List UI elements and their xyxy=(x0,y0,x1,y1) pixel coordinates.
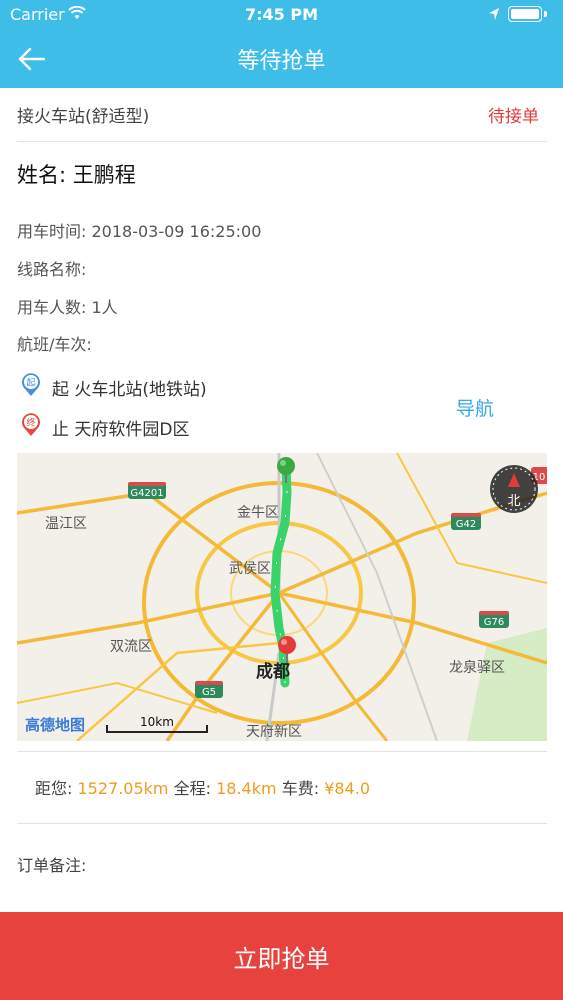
svg-text:G76: G76 xyxy=(484,617,504,628)
use-time: 用车时间: 2018-03-09 16:25:00 xyxy=(17,222,262,241)
divider xyxy=(17,141,547,142)
g5-shield: G5 xyxy=(195,681,223,698)
status-time: 7:45 PM xyxy=(244,5,318,24)
map-label-wuhou: 武侯区 xyxy=(229,561,271,577)
map-label-longquanyi: 龙泉驿区 xyxy=(449,659,505,676)
end-pin-icon: 终 xyxy=(22,413,40,436)
passenger-name: 姓名: 王鹏程 xyxy=(17,163,136,187)
fare-label: 车费: xyxy=(281,779,320,798)
distance-label: 距您: xyxy=(35,779,73,798)
order-type: 接火车站(舒适型) xyxy=(17,107,150,127)
order-remark-label: 订单备注: xyxy=(17,856,87,875)
g4201-shield: G4201 xyxy=(128,482,166,499)
navigate-button[interactable]: 导航 xyxy=(456,394,494,421)
status-bar: Carrier 7:45 PM xyxy=(0,0,563,30)
start-pin-icon: 起 xyxy=(22,373,40,396)
map-label-shuangliu: 双流区 xyxy=(110,639,152,655)
start-place: 起 火车北站(地铁站) xyxy=(52,380,207,400)
divider xyxy=(17,823,547,824)
divider xyxy=(17,751,547,752)
battery-tip xyxy=(544,11,547,17)
trip-stats: 距您: 1527.05km 全程: 18.4km 车费: ¥84.0 xyxy=(35,775,370,799)
compass-icon: 北 xyxy=(490,465,538,513)
map-canvas: G4201 G42 G76 G5 10 温江区 金牛区 武侯区 双流区 成都 龙… xyxy=(17,453,547,741)
map-label-jinniu: 金牛区 xyxy=(237,505,279,521)
map-label-chengdu: 成都 xyxy=(256,661,290,682)
end-icon-char: 终 xyxy=(26,417,35,429)
fare-value: ¥84.0 xyxy=(324,779,370,798)
distance-value: 1527.05km xyxy=(77,779,169,798)
g42-shield: G42 xyxy=(451,513,481,530)
map-label-wenjiang: 温江区 xyxy=(45,516,87,532)
battery-icon xyxy=(508,6,542,22)
svg-text:G4201: G4201 xyxy=(130,488,163,499)
svg-text:G5: G5 xyxy=(202,687,216,698)
grab-order-button[interactable]: 立即抢单 xyxy=(0,912,563,1000)
svg-text:G42: G42 xyxy=(456,519,476,530)
total-label: 全程: xyxy=(173,779,212,798)
page-title: 等待抢单 xyxy=(237,49,326,74)
nav-bar: 等待抢单 xyxy=(0,30,563,88)
map-label-tianfu: 天府新区 xyxy=(246,724,302,740)
svg-text:北: 北 xyxy=(507,494,520,509)
end-place: 止 天府软件园D区 xyxy=(52,420,190,440)
route-name: 线路名称: xyxy=(17,260,87,279)
svg-text:10km: 10km xyxy=(140,715,174,729)
passenger-count: 用车人数: 1人 xyxy=(17,298,118,317)
start-icon-char: 起 xyxy=(26,378,35,389)
location-arrow-icon xyxy=(489,8,499,20)
amap-logo: 高德地图 xyxy=(25,716,85,734)
status-badge: 待接单 xyxy=(488,107,539,127)
flight-train: 航班/车次: xyxy=(17,335,92,354)
route-map[interactable]: G4201 G42 G76 G5 10 温江区 金牛区 武侯区 双流区 成都 龙… xyxy=(17,453,547,741)
g76-shield: G76 xyxy=(479,611,509,628)
total-value: 18.4km xyxy=(216,779,277,798)
